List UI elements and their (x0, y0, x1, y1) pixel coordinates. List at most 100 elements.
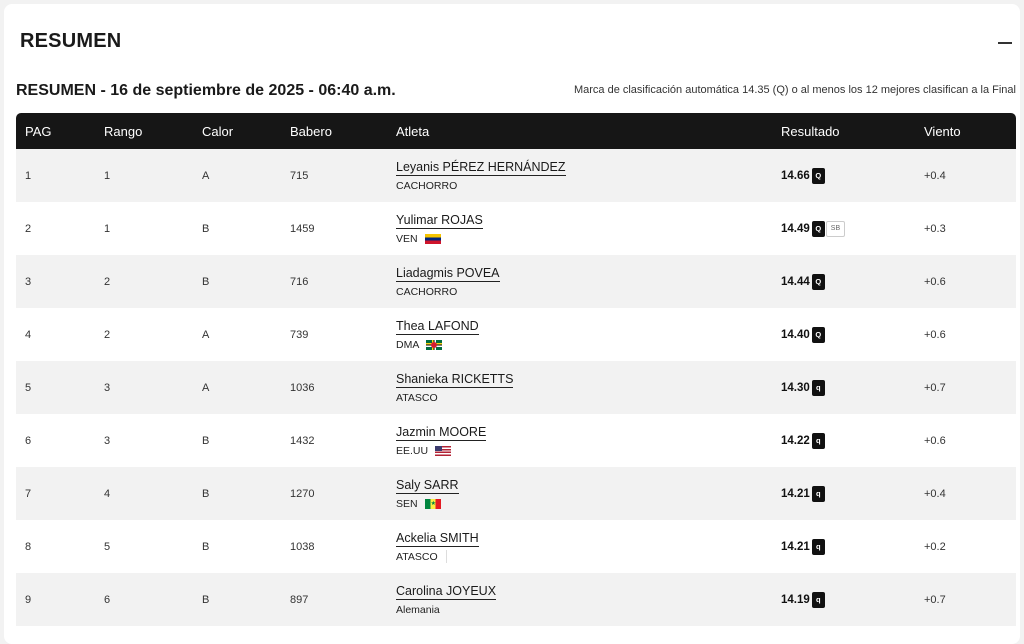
qualification-badge: q (811, 432, 825, 449)
table-row: 6 3 B 1432 Jazmin MOORE EE.UU 14.22 q +0.6 (16, 414, 1016, 467)
athlete-cell: Ackelia SMITH ATASCO (387, 520, 772, 573)
pag-cell: 6 (25, 434, 32, 447)
result-cell: 14.21 q (772, 520, 915, 573)
result-value: 14.19 (781, 593, 810, 606)
bib-cell: 739 (290, 328, 309, 341)
pag-cell: 5 (25, 381, 32, 394)
heat-cell: B (202, 222, 210, 235)
table-row: 7 4 B 1270 Saly SARR SEN ★ 14.21 q +0.4 (16, 467, 1016, 520)
athlete-name-link[interactable]: Saly SARR (396, 478, 459, 494)
table-row: 4 2 A 739 Thea LAFOND DMA 14.40 Q +0.6 (16, 308, 1016, 361)
athlete-name-link[interactable]: Shanieka RICKETTS (396, 372, 514, 388)
athlete-name-link[interactable]: Ackelia SMITH (396, 531, 479, 547)
qualification-badge: q (811, 538, 825, 555)
result-group: 14.19 q (781, 591, 915, 608)
col-header-atleta: Atleta (396, 123, 430, 139)
card-title: RESUMEN (20, 30, 122, 52)
athlete-team: CACHORRO (396, 180, 772, 192)
result-value: 14.21 (781, 540, 810, 553)
heat-cell: B (202, 275, 210, 288)
athlete-team-code: CACHORRO (396, 285, 458, 298)
wind-cell: +0.6 (924, 328, 946, 341)
result-cell: 14.66 Q (772, 149, 915, 202)
athlete-name-link[interactable]: Jazmin MOORE (396, 425, 487, 441)
bib-cell: 1432 (290, 434, 315, 447)
athlete-cell: Jazmin MOORE EE.UU (387, 414, 772, 467)
athlete-team-code: CACHORRO (396, 179, 458, 192)
wind-cell: +0.6 (924, 275, 946, 288)
athlete-name-link[interactable]: Liadagmis POVEA (396, 266, 500, 282)
athlete-team-code: VEN (396, 232, 418, 245)
card-header: RESUMEN (20, 30, 1020, 60)
col-header-babero: Babero (290, 123, 332, 139)
athlete-cell: Saly SARR SEN ★ (387, 467, 772, 520)
athlete-team-code: Alemania (396, 603, 440, 616)
rank-cell: 2 (104, 328, 111, 341)
result-value: 14.22 (781, 434, 810, 447)
flag-usa-icon (435, 445, 452, 456)
table-row: 9 6 B 897 Carolina JOYEUX Alemania 14.19 q +0.7 (16, 573, 1016, 626)
result-group: 14.66 Q (781, 167, 915, 184)
rank-cell: 6 (104, 593, 111, 606)
col-header-viento: Viento (924, 123, 961, 139)
heat-cell: B (202, 434, 210, 447)
athlete-team-code: EE.UU (396, 444, 429, 457)
table-header-row: PAG Rango Calor Babero Atleta Resultado … (16, 113, 1016, 149)
athlete-name-link[interactable]: Carolina JOYEUX (396, 584, 497, 600)
qualification-badge: q (811, 485, 825, 502)
heat-cell: A (202, 328, 210, 341)
athlete-team-code: ATASCO (396, 550, 438, 563)
flag-placeholder (445, 550, 447, 563)
season-best-badge: SB (825, 220, 846, 237)
bib-cell: 1036 (290, 381, 315, 394)
wind-cell: +0.7 (924, 593, 946, 606)
result-cell: 14.19 q (772, 573, 915, 626)
result-group: 14.21 q (781, 538, 915, 555)
bib-cell: 1038 (290, 540, 315, 553)
qualification-badge: Q (811, 326, 825, 343)
bib-cell: 715 (290, 169, 309, 182)
athlete-name-link[interactable]: Thea LAFOND (396, 319, 479, 335)
athlete-team: EE.UU (396, 445, 772, 457)
athlete-name-link[interactable]: Leyanis PÉREZ HERNÁNDEZ (396, 160, 566, 176)
col-header-resultado: Resultado (781, 123, 840, 139)
bib-cell: 897 (290, 593, 309, 606)
result-group: 14.22 q (781, 432, 915, 449)
heat-cell: B (202, 540, 210, 553)
athlete-team: SEN ★ (396, 498, 772, 510)
table-row: 2 1 B 1459 Yulimar ROJAS VEN 14.49 Q SB +0.3 (16, 202, 1016, 255)
col-header-rango: Rango (104, 123, 143, 139)
rank-cell: 2 (104, 275, 111, 288)
result-cell: 14.49 Q SB (772, 202, 915, 255)
flag-dma-icon (426, 339, 443, 350)
table-row: 3 2 B 716 Liadagmis POVEA CACHORRO 14.44 Q +0.6 (16, 255, 1016, 308)
athlete-cell: Leyanis PÉREZ HERNÁNDEZ CACHORRO (387, 149, 772, 202)
heat-cell: A (202, 381, 210, 394)
wind-cell: +0.4 (924, 487, 946, 500)
result-cell: 14.40 Q (772, 308, 915, 361)
col-header-pag: PAG (25, 123, 52, 139)
qualification-badge: Q (811, 273, 825, 290)
result-value: 14.21 (781, 487, 810, 500)
rank-cell: 5 (104, 540, 111, 553)
collapse-icon[interactable] (998, 42, 1012, 44)
qualification-badge: Q (811, 220, 825, 237)
athlete-team: ATASCO (396, 550, 772, 563)
result-value: 14.30 (781, 381, 810, 394)
table-row: 5 3 A 1036 Shanieka RICKETTS ATASCO 14.30 q +0.7 (16, 361, 1016, 414)
heat-cell: B (202, 593, 210, 606)
result-group: 14.30 q (781, 379, 915, 396)
athlete-name-link[interactable]: Yulimar ROJAS (396, 213, 483, 229)
table-row: 1 1 A 715 Leyanis PÉREZ HERNÁNDEZ CACHORRO 14.… (16, 149, 1016, 202)
qualification-badge: q (811, 379, 825, 396)
qualification-note: Marca de clasificación automática 14.35 … (573, 84, 1016, 96)
rank-cell: 3 (104, 381, 111, 394)
athlete-team: ATASCO (396, 392, 772, 404)
pag-cell: 7 (25, 487, 32, 500)
pag-cell: 2 (25, 222, 32, 235)
athlete-team-code: ATASCO (396, 391, 438, 404)
result-value: 14.40 (781, 328, 810, 341)
result-group: 14.40 Q (781, 326, 915, 343)
result-cell: 14.22 q (772, 414, 915, 467)
result-cell: 14.44 Q (772, 255, 915, 308)
